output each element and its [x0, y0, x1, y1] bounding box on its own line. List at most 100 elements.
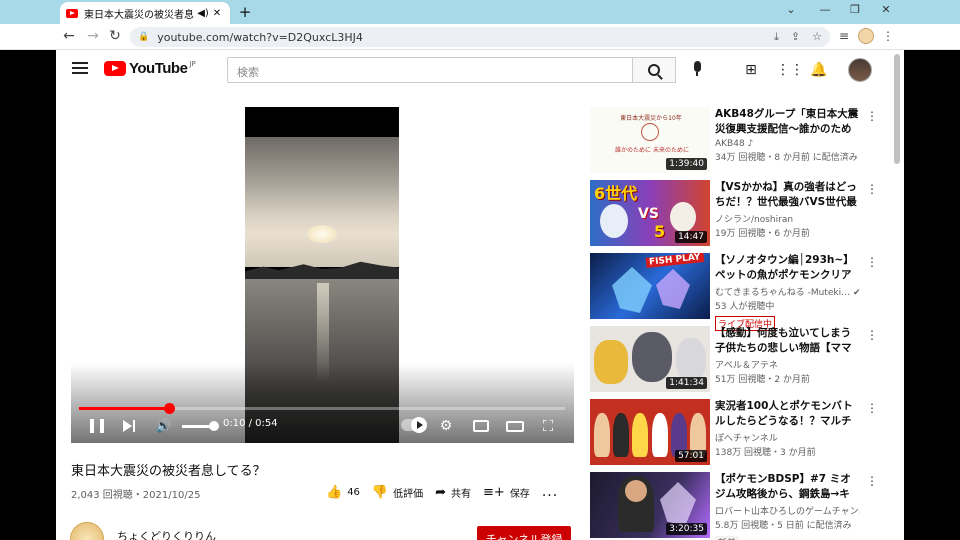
rec-channel[interactable]: ぽへチャンネル — [715, 431, 860, 444]
notifications-bell-icon[interactable]: 🔔 — [810, 62, 828, 78]
close-window-icon[interactable]: ✕ — [876, 3, 896, 16]
forward-icon[interactable]: → — [84, 28, 102, 44]
left-letterbox — [0, 50, 56, 540]
recommended-video[interactable]: 3:20:35 【ポケモンBDSP】#7 ミオジム攻略後から、鋼鉄島→キッサ… … — [590, 472, 880, 540]
thumb-heading: 東日本大震災から10年 — [620, 115, 682, 122]
rec-channel[interactable]: ノシラン/noshiran — [715, 212, 860, 225]
pokemon-art — [660, 482, 696, 526]
rec-title[interactable]: 【感動】何度も泣いてしまう子供たちの悲しい物語【ママに… — [715, 326, 860, 356]
reading-list-icon[interactable]: ≡ — [836, 29, 852, 43]
progress-bar[interactable] — [79, 403, 565, 414]
rec-stats: 34万 回視聴・8 か月前 に配信済み — [715, 153, 858, 163]
video-thumbnail[interactable]: 3:20:35 — [590, 472, 710, 538]
more-options-icon[interactable]: ⋮ — [866, 182, 878, 196]
miniplayer-button[interactable] — [472, 417, 490, 435]
video-thumbnail[interactable]: 57:01 — [590, 399, 710, 465]
fullscreen-icon[interactable]: ⛶ — [539, 417, 557, 435]
video-thumbnail[interactable]: FISH PLAY — [590, 253, 710, 319]
minimize-icon[interactable]: — — [815, 3, 835, 16]
restore-icon[interactable]: ❐ — [845, 3, 865, 16]
save-button[interactable]: ≡+ 保存 — [483, 485, 530, 500]
video-player[interactable]: 🔊 0:10 / 0:54 ⚙ ⛶ — [71, 107, 574, 443]
recommended-video[interactable]: 東日本大震災から10年 誰かのために 未来のために 1:39:40 AKB48グ… — [590, 107, 880, 175]
share-button[interactable]: ➦ 共有 — [435, 485, 471, 500]
progress-scrubber[interactable] — [163, 403, 175, 414]
channel-avatar[interactable] — [70, 522, 104, 540]
more-actions-button[interactable]: ... — [542, 484, 558, 500]
duration-badge: 1:41:34 — [666, 377, 707, 389]
settings-gear-icon[interactable]: ⚙ — [437, 417, 455, 435]
close-tab-icon[interactable]: ✕ — [210, 8, 224, 19]
rec-channel[interactable]: むてきまるちゃんねる -Muteki… ✔ — [715, 285, 860, 298]
duration-badge: 1:39:40 — [666, 158, 707, 170]
browser-tab-strip: 東日本大震災の被災者息して ◀) ✕ + ⌄ — ❐ ✕ — [0, 0, 960, 24]
video-thumbnail[interactable]: 1:41:34 — [590, 326, 710, 392]
video-title: 東日本大震災の被災者息してる？ — [71, 464, 266, 479]
rec-channel[interactable]: AKB48 ♪ — [715, 139, 860, 149]
browser-profile-avatar[interactable] — [858, 28, 874, 44]
progress-played — [79, 407, 169, 410]
apps-grid-icon[interactable]: ⋮⋮ — [776, 62, 804, 78]
back-icon[interactable]: ← — [60, 28, 78, 44]
more-options-icon[interactable]: ⋮ — [866, 401, 878, 415]
controls-gradient — [71, 363, 574, 443]
rec-title[interactable]: 【ポケモンBDSP】#7 ミオジム攻略後から、鋼鉄島→キッサ… — [715, 472, 860, 502]
theater-icon — [506, 420, 524, 432]
rec-title[interactable]: AKB48グループ「東日本大震災復興支援配信～誰かのために… — [715, 107, 860, 137]
bookmark-star-icon[interactable]: ☆ — [812, 30, 822, 44]
address-input[interactable]: 🔒 youtube.com/watch?v=D2QuxcL3HJ4 ⤓ ⇪ ☆ — [130, 27, 830, 47]
thumb-vs-text: VS — [638, 206, 659, 222]
rec-channel[interactable]: アベル＆アテネ — [715, 358, 860, 371]
rec-title[interactable]: 【VSかかね】真の強者はどっちだ！？世代最強バVS世代最強… — [715, 180, 860, 210]
rec-title[interactable]: 【ソノオタウン編│293h~】ペットの魚がポケモンクリア_Fi… — [715, 253, 860, 283]
pause-icon — [90, 419, 104, 433]
hamburger-menu-icon[interactable] — [72, 62, 88, 74]
person-face — [625, 480, 647, 502]
create-video-icon[interactable]: ⊞ — [742, 62, 760, 78]
tab-title: 東日本大震災の被災者息して — [84, 9, 196, 21]
account-avatar[interactable] — [848, 58, 872, 82]
character-light — [676, 338, 706, 382]
recommended-video[interactable]: 57:01 実況者100人とポケモンバトルしたらどうなる！？マルチ実… ぽへチャ… — [590, 399, 880, 467]
subscribe-button[interactable]: チャンネル登録 — [477, 526, 571, 540]
install-icon[interactable]: ⤓ — [774, 30, 779, 44]
thumb-text: FISH PLAY — [645, 253, 704, 268]
recommended-video[interactable]: 1:41:34 【感動】何度も泣いてしまう子供たちの悲しい物語【ママに… アベル… — [590, 326, 880, 394]
search-input[interactable]: 検索 — [227, 57, 633, 83]
more-options-icon[interactable]: ⋮ — [866, 109, 878, 123]
channel-name[interactable]: ちょくどりくりりん — [117, 528, 216, 540]
more-options-icon[interactable]: ⋮ — [866, 474, 878, 488]
autoplay-toggle[interactable] — [401, 417, 427, 433]
theater-mode-button[interactable] — [505, 417, 525, 435]
share-page-icon[interactable]: ⇪ — [791, 30, 800, 44]
rec-stats: 5.8万 回視聴・5 日前 に配信済み — [715, 521, 852, 531]
video-thumbnail[interactable]: 6世代 VS 5 14:47 — [590, 180, 710, 246]
right-letterbox — [904, 50, 960, 540]
like-count: 46 — [347, 486, 360, 498]
share-label: 共有 — [451, 488, 472, 500]
recommended-video[interactable]: 6世代 VS 5 14:47 【VSかかね】真の強者はどっちだ！？世代最強バVS… — [590, 180, 880, 248]
more-options-icon[interactable]: ⋮ — [866, 328, 878, 342]
browser-tab[interactable]: 東日本大震災の被災者息して ◀) ✕ — [60, 2, 230, 24]
like-button[interactable]: 👍 46 — [326, 485, 360, 500]
search-button[interactable] — [632, 57, 676, 83]
voice-search-icon[interactable] — [690, 61, 704, 79]
rec-channel[interactable]: ロバート山本ひろしのゲームチャン… — [715, 504, 860, 517]
volume-knob[interactable] — [209, 421, 219, 431]
rec-stats: 53 人が視聴中 — [715, 302, 775, 312]
reload-icon[interactable]: ↻ — [106, 28, 124, 44]
video-thumbnail[interactable]: 東日本大震災から10年 誰かのために 未来のために 1:39:40 — [590, 107, 710, 173]
character-yellow — [594, 340, 628, 384]
new-tab-button[interactable]: + — [236, 3, 254, 21]
recommended-video[interactable]: FISH PLAY 【ソノオタウン編│293h~】ペットの魚がポケモンクリア_F… — [590, 253, 880, 331]
tab-search-icon[interactable]: ⌄ — [781, 3, 801, 16]
dislike-button[interactable]: 👎 低評価 — [372, 485, 423, 500]
youtube-logo[interactable]: YouTube JP — [104, 60, 196, 77]
speaker-icon[interactable]: ◀) — [196, 8, 210, 19]
browser-menu-icon[interactable]: ⋮ — [880, 29, 896, 43]
pause-button[interactable] — [89, 417, 105, 435]
more-options-icon[interactable]: ⋮ — [866, 255, 878, 269]
next-button[interactable] — [121, 417, 137, 435]
rec-title[interactable]: 実況者100人とポケモンバトルしたらどうなる！？マルチ実… — [715, 399, 860, 429]
volume-icon[interactable]: 🔊 — [155, 417, 173, 435]
